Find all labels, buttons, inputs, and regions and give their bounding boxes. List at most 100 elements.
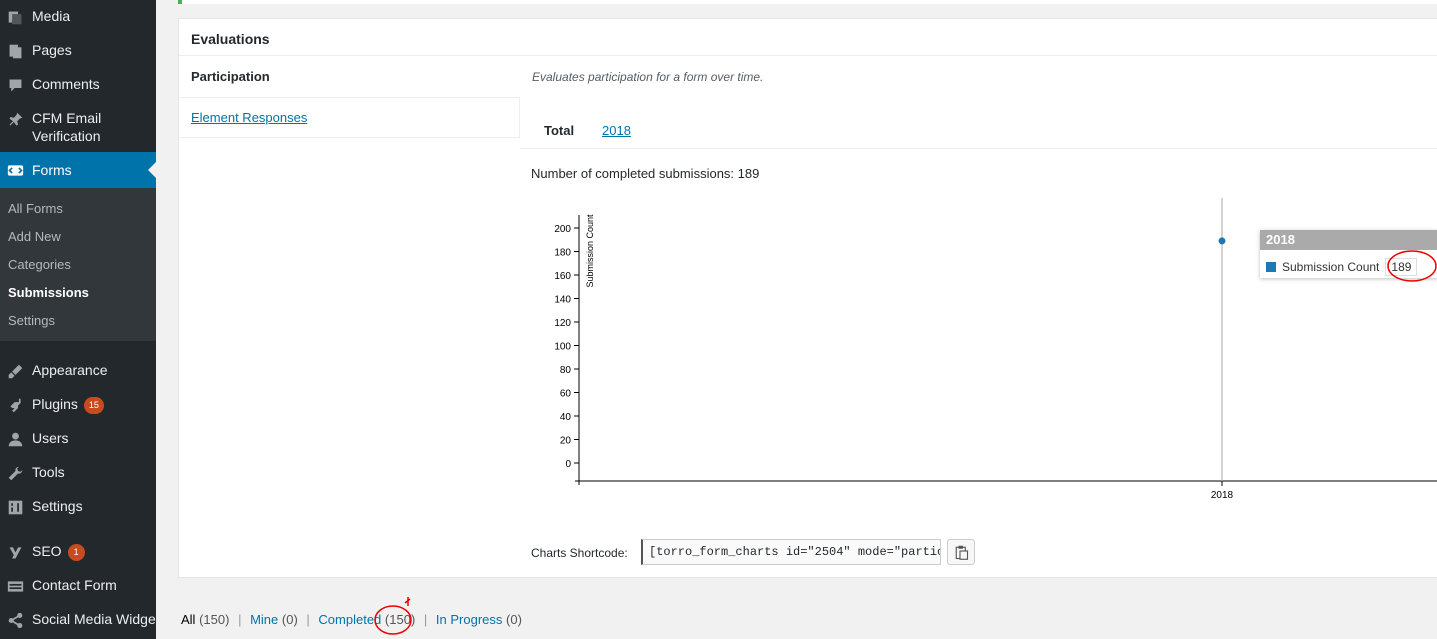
y-tick-label: 120 xyxy=(554,318,571,329)
appearance-icon xyxy=(5,361,25,381)
sidebar-item-settings[interactable]: Settings xyxy=(0,497,156,517)
y-tick-label: 180 xyxy=(554,248,571,259)
chart-marks xyxy=(1218,198,1226,481)
filter-in-progress-count: (0) xyxy=(506,612,522,627)
sidebar-item-appearance[interactable]: Appearance xyxy=(0,361,156,381)
forms-submenu: All Forms Add New Categories Submissions… xyxy=(0,188,156,341)
annotation-mark xyxy=(404,597,411,606)
sidebar-item-label: SEO 1 xyxy=(32,542,85,561)
y-tick-label: 100 xyxy=(554,342,571,353)
evaluations-panel: Evaluations Participation Element Respon… xyxy=(178,18,1437,578)
sidebar-item-label: Plugins 15 xyxy=(32,395,104,414)
sidebar-item-users[interactable]: Users xyxy=(0,429,156,449)
submenu-categories[interactable]: Categories xyxy=(8,257,71,272)
panel-title: Evaluations xyxy=(191,31,270,47)
plugins-update-badge: 15 xyxy=(83,397,104,414)
contact-form-icon xyxy=(5,576,25,596)
sidebar-item-seo[interactable]: SEO 1 xyxy=(0,542,156,562)
filter-separator: | xyxy=(306,612,310,627)
sidebar-item-label: Social Media Widget xyxy=(32,611,160,627)
tab-participation[interactable]: Participation xyxy=(179,56,520,97)
submenu-add-new[interactable]: Add New xyxy=(8,229,61,244)
filter-all-count: (150) xyxy=(199,612,230,627)
submission-filters: All (150) | Mine (0) | Completed (150) |… xyxy=(181,612,522,627)
y-axis-label: Submission Count xyxy=(585,214,595,288)
pages-icon xyxy=(5,41,25,61)
y-tick-label: 80 xyxy=(560,365,572,376)
settings-icon xyxy=(5,497,25,517)
y-tick-label: 40 xyxy=(560,412,572,423)
sidebar-item-pages[interactable]: Pages xyxy=(0,41,156,61)
tooltip-value: 189 xyxy=(1385,258,1418,276)
seo-notification-badge: 1 xyxy=(67,544,85,561)
admin-sidebar: Media Pages Comments CFM Email Verificat… xyxy=(0,0,160,639)
evaluation-nav: Participation Element Responses xyxy=(179,56,520,138)
tooltip-title: 2018 xyxy=(1260,230,1437,250)
forms-icon xyxy=(5,160,25,180)
seo-icon xyxy=(5,542,25,562)
sidebar-item-label: Users xyxy=(32,430,69,446)
sidebar-item-media[interactable]: Media xyxy=(0,7,156,27)
sidebar-item-label: CFM Email Verification xyxy=(32,110,102,144)
sidebar-item-label: Pages xyxy=(32,42,72,58)
media-icon xyxy=(5,7,25,27)
chart-tooltip: 2018 Submission Count 189 xyxy=(1260,230,1437,278)
tab-2018[interactable]: 2018 xyxy=(602,123,631,138)
y-tick-label: 140 xyxy=(554,295,571,306)
plugins-icon xyxy=(5,395,25,415)
sidebar-item-label: Forms xyxy=(32,162,72,178)
y-tick-label: 60 xyxy=(560,389,572,400)
y-tick-label: 20 xyxy=(560,436,572,447)
tools-icon xyxy=(5,463,25,483)
filter-separator: | xyxy=(238,612,242,627)
filter-completed-count: (150) xyxy=(384,612,416,627)
sidebar-item-label: Comments xyxy=(32,76,100,92)
y-tick-label: 0 xyxy=(565,459,571,470)
tab-label: Participation xyxy=(191,69,270,84)
evaluation-description: Evaluates participation for a form over … xyxy=(532,70,764,84)
sidebar-item-label: Appearance xyxy=(32,362,108,378)
x-tick-label: 2018 xyxy=(1211,490,1234,501)
sidebar-item-comments[interactable]: Comments xyxy=(0,75,156,95)
filter-separator: | xyxy=(423,612,428,627)
submenu-submissions[interactable]: Submissions xyxy=(8,285,89,300)
share-icon xyxy=(5,610,25,630)
element-responses-link[interactable]: Element Responses xyxy=(191,110,307,125)
sidebar-item-contact-form[interactable]: Contact Form xyxy=(0,576,156,596)
sidebar-item-label: Contact Form xyxy=(32,577,117,593)
copy-shortcode-button[interactable] xyxy=(947,539,975,565)
filter-in-progress[interactable]: In Progress xyxy=(436,612,502,627)
sidebar-item-forms[interactable]: Forms xyxy=(0,152,156,188)
filter-completed[interactable]: Completed xyxy=(318,612,381,627)
clipboard-icon xyxy=(955,545,968,560)
sidebar-item-social-media-widget[interactable]: Social Media Widget xyxy=(0,610,160,630)
shortcode-input[interactable]: [torro_form_charts id="2504" mode="parti… xyxy=(641,539,941,565)
filter-mine[interactable]: Mine xyxy=(250,612,278,627)
users-icon xyxy=(5,429,25,449)
period-tabs: Total 2018 xyxy=(520,109,1437,149)
tab-total[interactable]: Total xyxy=(544,123,574,138)
sidebar-item-tools[interactable]: Tools xyxy=(0,463,156,483)
shortcode-label: Charts Shortcode: xyxy=(531,546,628,560)
series-swatch xyxy=(1266,262,1276,272)
comments-icon xyxy=(5,75,25,95)
sidebar-item-cfm-email-verification[interactable]: CFM Email Verification xyxy=(0,109,156,147)
submenu-settings[interactable]: Settings xyxy=(8,313,55,328)
sidebar-item-label: Media xyxy=(32,8,71,24)
data-point xyxy=(1218,237,1226,245)
filter-mine-count: (0) xyxy=(281,612,298,627)
y-tick-label: 160 xyxy=(554,271,571,282)
tab-element-responses[interactable]: Element Responses xyxy=(179,97,520,138)
tooltip-row: Submission Count 189 xyxy=(1266,258,1418,276)
pin-icon xyxy=(5,109,25,129)
current-menu-arrow xyxy=(148,162,156,178)
sidebar-item-label: Tools xyxy=(32,464,65,480)
sidebar-item-plugins[interactable]: Plugins 15 xyxy=(0,395,156,415)
tooltip-series-name: Submission Count xyxy=(1282,260,1380,274)
x-axis: 2018 xyxy=(575,480,1437,501)
completed-count-text: Number of completed submissions: 189 xyxy=(531,166,760,181)
filter-all[interactable]: All xyxy=(181,612,195,627)
y-axis: 0 20 40 60 80 100 120 140 160 180 200 Submission Co… xyxy=(554,214,595,485)
y-tick-label: 200 xyxy=(554,224,571,235)
submenu-all-forms[interactable]: All Forms xyxy=(8,201,63,216)
